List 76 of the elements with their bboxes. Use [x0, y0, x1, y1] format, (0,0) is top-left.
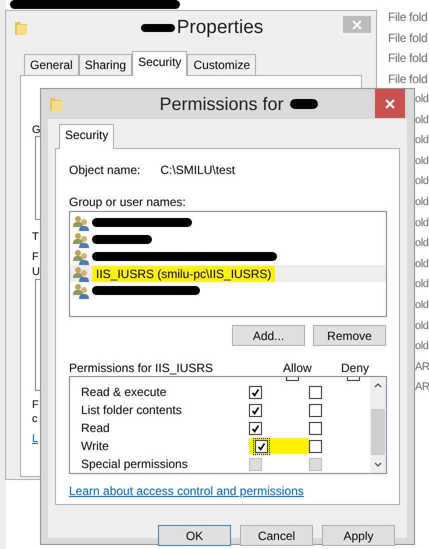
allow-checkbox[interactable]	[249, 422, 262, 434]
user-group-icon	[73, 232, 89, 248]
redaction-mark	[140, 24, 175, 32]
permissions-label: Permissions for IIS_IUSRS	[69, 361, 214, 376]
permission-name: Read & execute	[81, 385, 168, 399]
dialog-button[interactable]: Apply	[322, 525, 395, 546]
type-text: old	[415, 133, 429, 148]
group-label: Group or user names:	[69, 195, 187, 209]
dialog-button[interactable]: OK	[158, 525, 231, 546]
label-text: F	[32, 399, 39, 411]
folder-icon	[14, 20, 28, 36]
scroll-down-icon[interactable]	[374, 462, 382, 468]
help-link[interactable]: Learn about access control and permissions	[69, 484, 304, 498]
user-row[interactable]: IIS_IUSRS (smilu-pc\IIS_IUSRS)	[70, 265, 386, 282]
type-text: old	[415, 112, 429, 128]
user-group-icon	[73, 266, 89, 282]
type-text: File fold	[388, 9, 428, 26]
action-button[interactable]: Add...	[232, 325, 305, 346]
help-link[interactable]: L	[32, 433, 38, 445]
type-text: old	[415, 277, 429, 292]
type-text: old	[415, 236, 429, 252]
type-text: old	[415, 256, 429, 272]
label-text: U	[32, 266, 40, 278]
deny-checkbox[interactable]	[309, 404, 322, 416]
dialog-button[interactable]: Cancel	[240, 525, 313, 546]
allow-checkbox[interactable]	[255, 440, 268, 452]
object-name-label: Object name:	[69, 163, 140, 177]
type-text: old	[415, 298, 429, 313]
label-text: T	[32, 231, 39, 243]
tab[interactable]: Sharing	[78, 54, 132, 75]
tab[interactable]: Security	[59, 124, 114, 149]
type-text: old	[415, 174, 429, 190]
allow-checkbox[interactable]	[249, 404, 262, 416]
user-group-icon	[73, 248, 89, 264]
type-text: old	[415, 318, 429, 334]
tab[interactable]: General	[24, 54, 79, 75]
user-name: IIS_IUSRS (smilu-pc\IIS_IUSRS)	[92, 266, 276, 282]
folder-icon	[49, 96, 63, 112]
type-text: AR	[415, 380, 429, 396]
type-text: File fold	[388, 30, 428, 47]
type-text: AR	[415, 360, 429, 375]
type-text: old	[415, 339, 429, 354]
redaction-mark	[92, 235, 152, 244]
redaction-mark	[290, 99, 318, 109]
type-text: File fold	[388, 50, 428, 68]
label-text: c	[32, 413, 38, 425]
label-text: F	[32, 251, 39, 263]
permission-name: Write	[81, 439, 110, 453]
object-name-value: C:\SMILU\test	[160, 163, 236, 177]
type-text: File fold	[388, 70, 428, 88]
permission-name: Read	[81, 421, 111, 435]
user-group-icon	[73, 214, 89, 230]
tab[interactable]: Security	[132, 51, 188, 76]
user-group-icon	[73, 282, 89, 298]
allow-checkbox[interactable]	[249, 386, 262, 398]
label-text: G	[32, 124, 41, 136]
tab[interactable]: Customize	[187, 54, 256, 75]
permission-name: Special permissions	[81, 457, 189, 471]
column-header: Deny	[341, 361, 370, 376]
close-icon	[352, 20, 362, 30]
column-header: Allow	[283, 361, 313, 376]
type-text: old	[415, 194, 429, 210]
close-icon	[385, 98, 395, 108]
type-text: old	[415, 154, 429, 169]
action-button[interactable]: Remove	[313, 325, 386, 346]
scrollbar[interactable]	[370, 377, 386, 473]
type-text: old	[415, 92, 429, 107]
close-button[interactable]	[375, 89, 405, 118]
deny-checkbox[interactable]	[309, 386, 322, 398]
type-text: old	[415, 216, 429, 231]
permission-name: List folder contents	[81, 403, 183, 417]
window-title: Properties	[176, 17, 264, 39]
scroll-up-icon[interactable]	[374, 382, 382, 388]
window-title: Permissions for	[159, 94, 284, 114]
deny-checkbox[interactable]	[309, 422, 322, 434]
deny-checkbox[interactable]	[309, 440, 322, 452]
